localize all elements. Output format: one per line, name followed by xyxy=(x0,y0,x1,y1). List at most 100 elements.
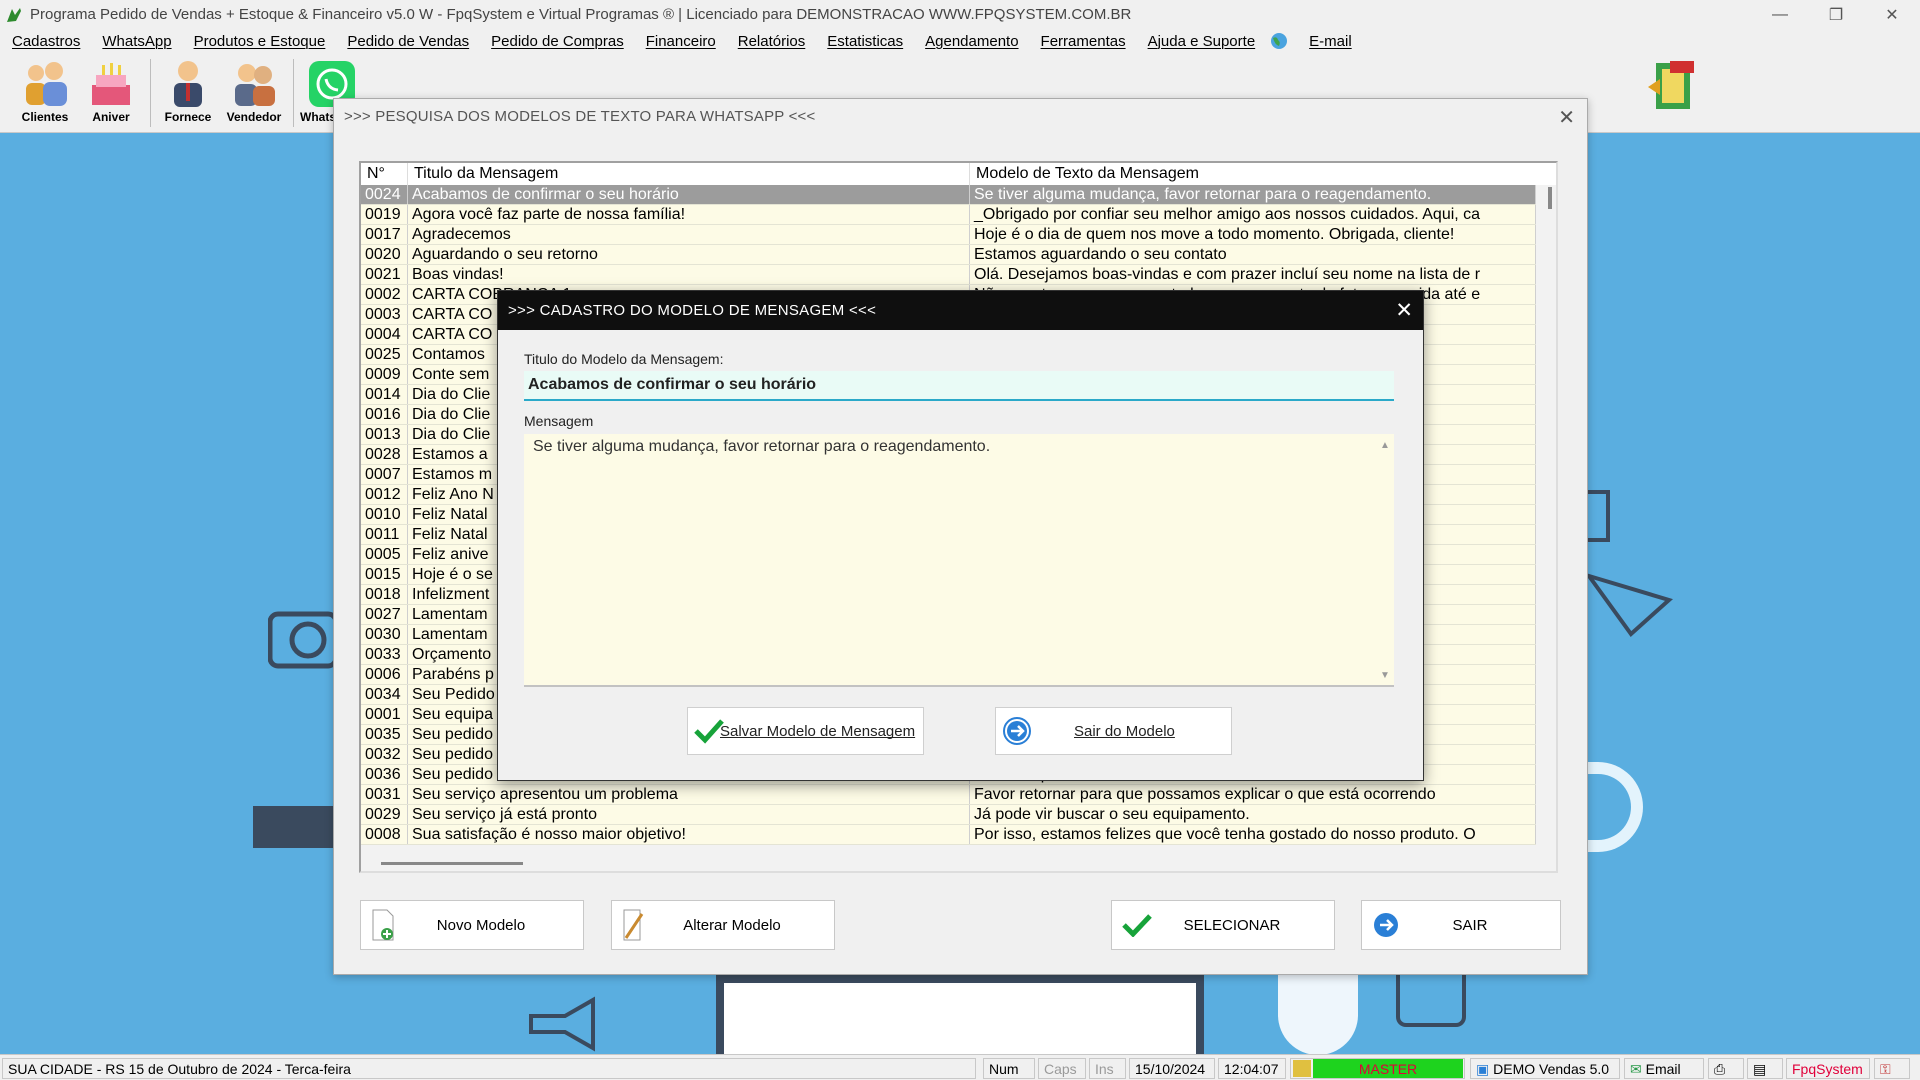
cell-number: 0005 xyxy=(361,545,408,564)
menu-estatisticas[interactable]: Estatisticas xyxy=(819,33,911,50)
toolbar-clientes-button[interactable]: Clientes xyxy=(14,59,76,129)
version-icon: ▣ xyxy=(1476,1061,1494,1077)
table-row[interactable]: 0031 Seu serviço apresentou um problema Fa… xyxy=(361,785,1536,805)
cell-text: _Obrigado por confiar seu melhor amigo a… xyxy=(970,205,1536,224)
menu-ferramentas[interactable]: Ferramentas xyxy=(1033,33,1134,50)
cell-number: 0012 xyxy=(361,485,408,504)
scroll-up-icon[interactable]: ▲ xyxy=(1380,440,1390,451)
menu-pedido-compras[interactable]: Pedido de Compras xyxy=(483,33,632,50)
menu-relatorios[interactable]: Relatórios xyxy=(730,33,814,50)
cell-number: 0004 xyxy=(361,325,408,344)
toolbar-aniver-label: Aniver xyxy=(92,110,130,124)
table-row[interactable]: 0029 Seu serviço já está pronto Já pode vi… xyxy=(361,805,1536,825)
scroll-down-icon[interactable]: ▼ xyxy=(1380,670,1390,681)
cell-title: Agora você faz parte de nossa família! xyxy=(408,205,970,224)
cell-number: 0007 xyxy=(361,465,408,484)
cell-number: 0009 xyxy=(361,365,408,384)
toolbar-clientes-label: Clientes xyxy=(21,110,69,124)
toolbar-exit-button[interactable] xyxy=(1640,59,1702,129)
calculator-icon[interactable]: ▤ xyxy=(1747,1058,1783,1079)
cell-text: Hoje é o dia de quem nos move a todo mom… xyxy=(970,225,1536,244)
paper-plane-decoration-icon xyxy=(1585,572,1673,637)
table-row[interactable]: 0019 Agora você faz parte de nossa famíli… xyxy=(361,205,1536,225)
cell-number: 0036 xyxy=(361,765,408,784)
cell-text: Já pode vir buscar o seu equipamento. xyxy=(970,805,1536,824)
table-row[interactable]: 0024 Acabamos de confirmar o seu horário S… xyxy=(361,185,1536,205)
status-time: 12:04:07 xyxy=(1218,1058,1286,1079)
message-scrollbar[interactable]: ▲ ▼ xyxy=(1376,434,1394,685)
restore-button[interactable]: ❐ xyxy=(1808,0,1864,29)
template-title-input[interactable] xyxy=(524,371,1394,401)
cell-number: 0019 xyxy=(361,205,408,224)
edit-template-button[interactable]: Alterar Modelo xyxy=(611,900,835,950)
menu-ajuda-suporte[interactable]: Ajuda e Suporte xyxy=(1140,33,1264,50)
megaphone-decoration-icon xyxy=(529,996,595,1052)
cell-number: 0024 xyxy=(361,185,408,204)
cell-number: 0003 xyxy=(361,305,408,324)
menu-agendamento[interactable]: Agendamento xyxy=(917,33,1026,50)
cell-number: 0016 xyxy=(361,405,408,424)
toolbar-fornece-button[interactable]: Fornece xyxy=(157,59,219,129)
mug-decoration xyxy=(1588,762,1643,852)
table-row[interactable]: 0021 Boas vindas! Olá. Desejamos boas-vind… xyxy=(361,265,1536,285)
new-template-button[interactable]: Novo Modelo xyxy=(360,900,584,950)
user-icon xyxy=(1293,1060,1311,1077)
menu-pedido-vendas[interactable]: Pedido de Vendas xyxy=(339,33,477,50)
cell-number: 0029 xyxy=(361,805,408,824)
close-window-button[interactable]: ✕ xyxy=(1864,0,1920,29)
cell-number: 0032 xyxy=(361,745,408,764)
status-user-name: MASTER xyxy=(1313,1059,1463,1078)
printer-icon[interactable]: ⎙ xyxy=(1708,1058,1744,1079)
column-header-number[interactable]: N° xyxy=(361,163,408,185)
title-bar: Programa Pedido de Vendas + Estoque & Fi… xyxy=(0,0,1920,29)
template-title-label: Titulo do Modelo da Mensagem: xyxy=(524,351,724,367)
cell-number: 0018 xyxy=(361,585,408,604)
table-row[interactable]: 0008 Sua satisfação é nosso maior objetiv… xyxy=(361,825,1536,845)
new-document-icon xyxy=(372,909,394,941)
menu-financeiro[interactable]: Financeiro xyxy=(638,33,724,50)
menu-email[interactable]: E-mail xyxy=(1301,33,1360,50)
toolbar-vendedor-button[interactable]: Vendedor xyxy=(223,59,285,129)
status-email[interactable]: ✉ Email xyxy=(1624,1058,1704,1079)
cell-number: 0027 xyxy=(361,605,408,624)
dialog-close-button[interactable]: ✕ xyxy=(1395,298,1413,323)
menu-produtos-estoque[interactable]: Produtos e Estoque xyxy=(186,33,334,50)
checkmark-icon xyxy=(1122,914,1152,937)
status-ins: Ins xyxy=(1089,1058,1126,1079)
table-row[interactable]: 0017 Agradecemos Hoje é o dia de quem nos … xyxy=(361,225,1536,245)
minimize-button[interactable]: — xyxy=(1752,0,1808,29)
cell-number: 0034 xyxy=(361,685,408,704)
cell-number: 0021 xyxy=(361,265,408,284)
table-row[interactable]: 0020 Aguardando o seu retorno Estamos agua… xyxy=(361,245,1536,265)
column-header-title[interactable]: Titulo da Mensagem xyxy=(408,163,970,185)
select-button[interactable]: SELECIONAR xyxy=(1111,900,1335,950)
status-date: 15/10/2024 xyxy=(1129,1058,1215,1079)
exit-template-button[interactable]: Sair do Modelo xyxy=(995,707,1232,755)
cell-number: 0035 xyxy=(361,725,408,744)
column-header-text[interactable]: Modelo de Texto da Mensagem xyxy=(970,163,1536,185)
search-window-close-button[interactable]: ✕ xyxy=(1558,105,1575,130)
decoration-block xyxy=(253,806,333,848)
toolbar-aniver-button[interactable]: Aniver xyxy=(80,59,142,129)
edit-pencil-icon xyxy=(623,909,644,941)
cell-text: Se tiver alguma mudança, favor retornar … xyxy=(970,185,1536,204)
arrow-right-circle-icon xyxy=(1003,717,1031,745)
lock-icon[interactable]: ⚿ xyxy=(1874,1058,1910,1079)
vertical-scrollbar[interactable] xyxy=(1548,187,1552,209)
horizontal-scrollbar[interactable] xyxy=(381,862,523,865)
menu-cadastros[interactable]: Cadastros xyxy=(4,33,88,50)
cell-number: 0011 xyxy=(361,525,408,544)
cell-number: 0025 xyxy=(361,345,408,364)
cell-text: Estamos aguardando o seu contato xyxy=(970,245,1536,264)
globe-icon[interactable] xyxy=(1269,32,1289,50)
cell-title: Aguardando o seu retorno xyxy=(408,245,970,264)
cell-number: 0028 xyxy=(361,445,408,464)
save-template-button[interactable]: Salvar Modelo de Mensagem xyxy=(687,707,924,755)
cell-number: 0002 xyxy=(361,285,408,304)
birthday-cake-icon xyxy=(92,63,130,105)
menu-whatsapp[interactable]: WhatsApp xyxy=(94,33,179,50)
app-logo-icon xyxy=(7,7,21,22)
grid-header: N° Titulo da Mensagem Modelo de Texto da… xyxy=(361,163,1556,185)
exit-button[interactable]: SAIR xyxy=(1361,900,1561,950)
message-textarea[interactable]: Se tiver alguma mudança, favor retornar … xyxy=(524,434,1394,687)
